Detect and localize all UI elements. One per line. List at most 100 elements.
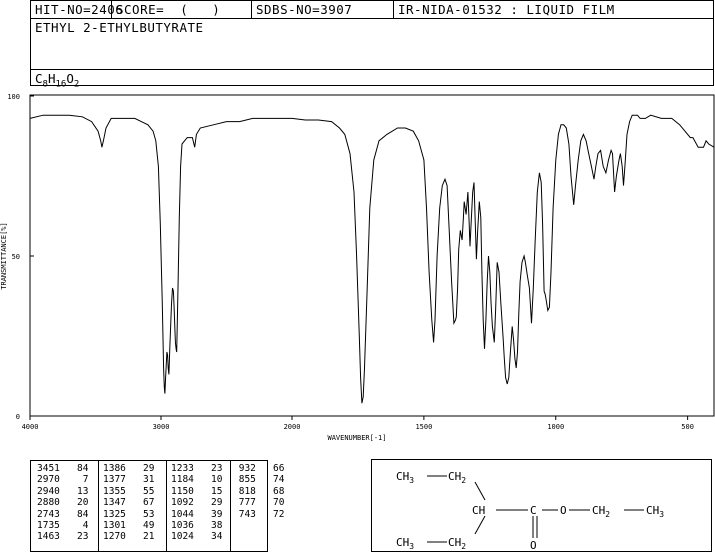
peak-table: 3451 84 2970 7 2940 13 2880 20 2743 84 1735 4… [30,460,285,552]
peak-transmittance: 66 [255,463,285,474]
peak-row: 932 66 [233,463,285,474]
peak-row: 1233 23 [171,463,223,474]
struct-ch: CH [472,504,485,517]
struct-o-ester: O [560,504,567,517]
peak-transmittance: 84 [59,463,89,474]
peak-wavenumber: 1024 [171,531,194,543]
peak-transmittance: 34 [193,531,223,543]
peak-row: 2970 7 [37,474,89,485]
peak-row: 1044 39 [171,509,223,520]
peak-transmittance: 29 [125,463,155,474]
peak-transmittance: 55 [125,485,155,497]
peak-transmittance: 84 [59,508,89,520]
peak-row: 1301 49 [103,520,155,531]
peak-column-2: 1386 29 1377 31 1355 55 1347 67 1325 53 1301 … [103,463,155,543]
peak-wavenumber: 2940 [37,485,60,497]
spectrum-line [29,114,715,404]
peak-transmittance: 67 [125,497,155,509]
structure-diagram: CH3 CH2 CH C O O CH2 CH3 CH3 CH2 [396,470,664,552]
y-axis-label: TRANSMITTANCE[%] [0,222,8,289]
peak-column-3: 1233 23 1184 10 1150 15 1092 29 1044 39 1036 … [171,463,223,543]
ir-spectrum-chart: 0 50 100 4000 3000 2000 1500 1000 500 WAVENUMBE… [0,93,715,442]
struct-o-double: O [530,539,537,552]
peak-wavenumber: 1044 [171,508,194,520]
peak-transmittance: 13 [59,485,89,497]
peak-row: 855 74 [233,474,285,485]
peak-transmittance: 4 [59,520,89,532]
peak-row: 1036 38 [171,520,223,531]
peak-transmittance: 20 [59,497,89,509]
x-tick-label: 500 [681,423,694,431]
peak-wavenumber: 1735 [37,520,60,532]
peak-wavenumber: 2970 [37,474,60,486]
peak-wavenumber: 1270 [103,531,126,543]
struct-ch2-ester: CH2 [592,504,610,519]
peak-row: 1092 29 [171,497,223,508]
peak-wavenumber: 777 [233,497,256,509]
peak-transmittance: 39 [193,508,223,520]
peak-wavenumber: 1150 [171,485,194,497]
peak-wavenumber: 1092 [171,497,194,509]
peak-wavenumber: 1463 [37,531,60,543]
peak-wavenumber: 932 [233,463,256,474]
peak-transmittance: 23 [193,463,223,474]
x-tick-label: 2000 [284,423,301,431]
peak-wavenumber: 1233 [171,463,194,474]
peak-row: 1386 29 [103,463,155,474]
peak-wavenumber: 1377 [103,474,126,486]
struct-ch2-bottom: CH2 [448,536,466,551]
peak-row: 1463 23 [37,531,89,542]
peak-wavenumber: 1386 [103,463,126,474]
struct-ch3-ester: CH3 [646,504,664,519]
struct-ch3-top: CH3 [396,470,414,485]
x-tick-label: 1500 [415,423,432,431]
peak-row: 1024 34 [171,531,223,542]
peak-wavenumber: 1355 [103,485,126,497]
struct-c: C [530,504,537,517]
peak-transmittance: 10 [193,474,223,486]
x-tick-label: 1000 [547,423,564,431]
peak-row: 777 70 [233,497,285,508]
peak-transmittance: 72 [255,508,285,520]
peak-wavenumber: 3451 [37,463,60,474]
peak-transmittance: 38 [193,520,223,532]
peak-column-4: 932 66 855 74 818 68 777 70 743 72 [233,463,285,520]
peak-transmittance: 7 [59,474,89,486]
struct-ch2-top: CH2 [448,470,466,485]
y-tick-label: 50 [12,253,20,261]
peak-wavenumber: 1036 [171,520,194,532]
peak-row: 1347 67 [103,497,155,508]
peak-column-1: 3451 84 2970 7 2940 13 2880 20 2743 84 1735 4… [37,463,89,543]
y-tick-label: 0 [16,413,20,421]
peak-row: 1184 10 [171,474,223,485]
plot-frame [29,94,715,417]
peak-wavenumber: 1347 [103,497,126,509]
y-tick-label: 100 [7,93,20,101]
peak-row: 1150 15 [171,486,223,497]
peak-wavenumber: 2880 [37,497,60,509]
peak-row: 1325 53 [103,509,155,520]
peak-transmittance: 74 [255,474,285,486]
peak-wavenumber: 1301 [103,520,126,532]
peak-wavenumber: 2743 [37,508,60,520]
x-tick-label: 3000 [153,423,170,431]
x-tick-label: 4000 [22,423,39,431]
peak-row: 2880 20 [37,497,89,508]
peak-transmittance: 68 [255,485,285,497]
peak-transmittance: 53 [125,508,155,520]
peak-row: 1735 4 [37,520,89,531]
peak-transmittance: 23 [59,531,89,543]
peak-row: 818 68 [233,486,285,497]
peak-row: 1270 21 [103,531,155,542]
peak-transmittance: 15 [193,485,223,497]
peak-wavenumber: 1325 [103,508,126,520]
peak-row: 3451 84 [37,463,89,474]
peak-wavenumber: 818 [233,485,256,497]
struct-ch3-bottom: CH3 [396,536,414,551]
peak-wavenumber: 1184 [171,474,194,486]
peak-transmittance: 21 [125,531,155,543]
peak-transmittance: 49 [125,520,155,532]
peak-transmittance: 29 [193,497,223,509]
peak-row: 1355 55 [103,486,155,497]
peak-transmittance: 70 [255,497,285,509]
